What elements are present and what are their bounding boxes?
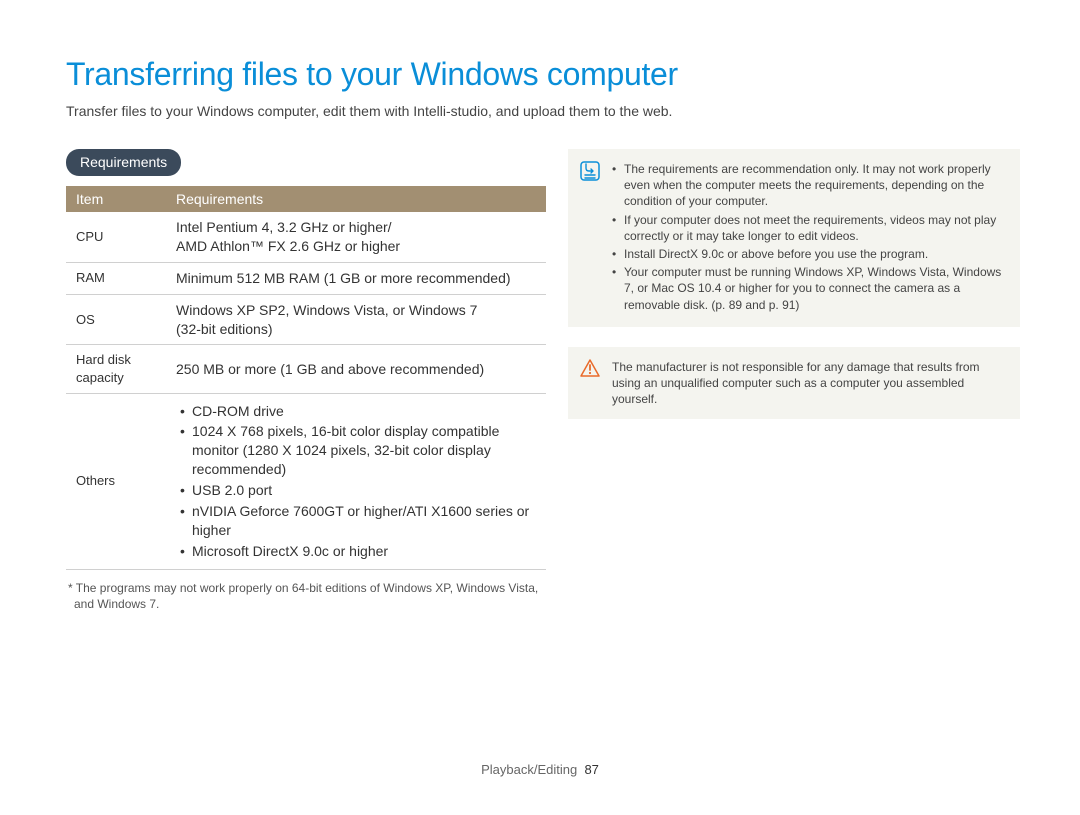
section-pill-requirements: Requirements bbox=[66, 149, 181, 176]
th-item: Item bbox=[66, 186, 166, 212]
table-row: RAMMinimum 512 MB RAM (1 GB or more reco… bbox=[66, 262, 546, 294]
intro-text: Transfer files to your Windows computer,… bbox=[66, 103, 1020, 119]
table-row: Hard disk capacity250 MB or more (1 GB a… bbox=[66, 345, 546, 393]
page-footer: Playback/Editing 87 bbox=[0, 762, 1080, 777]
left-column: Requirements Item Requirements CPUIntel … bbox=[66, 149, 546, 612]
note-item: Your computer must be running Windows XP… bbox=[612, 264, 1006, 313]
table-row: OthersCD-ROM drive1024 X 768 pixels, 16-… bbox=[66, 393, 546, 569]
cell-req: Minimum 512 MB RAM (1 GB or more recomme… bbox=[166, 262, 546, 294]
cell-item: OS bbox=[66, 294, 166, 345]
cell-item: CPU bbox=[66, 212, 166, 262]
note-icon bbox=[580, 161, 600, 181]
warning-icon bbox=[580, 359, 600, 377]
note-item: If your computer does not meet the requi… bbox=[612, 212, 1006, 244]
cell-req: Intel Pentium 4, 3.2 GHz or higher/ AMD … bbox=[166, 212, 546, 262]
list-item: nVIDIA Geforce 7600GT or higher/ATI X160… bbox=[178, 502, 536, 540]
asterisk-note: * The programs may not work properly on … bbox=[66, 580, 546, 612]
requirements-table: Item Requirements CPUIntel Pentium 4, 3.… bbox=[66, 186, 546, 570]
warning-box: The manufacturer is not responsible for … bbox=[568, 347, 1020, 420]
note-item: The requirements are recommendation only… bbox=[612, 161, 1006, 210]
cell-req: CD-ROM drive1024 X 768 pixels, 16-bit co… bbox=[166, 393, 546, 569]
page-title: Transferring files to your Windows compu… bbox=[66, 56, 1020, 93]
cell-item: RAM bbox=[66, 262, 166, 294]
note-item: Install DirectX 9.0c or above before you… bbox=[612, 246, 1006, 262]
cell-req: Windows XP SP2, Windows Vista, or Window… bbox=[166, 294, 546, 345]
list-item: USB 2.0 port bbox=[178, 481, 536, 500]
cell-item: Others bbox=[66, 393, 166, 569]
list-item: 1024 X 768 pixels, 16-bit color display … bbox=[178, 422, 536, 479]
cell-req: 250 MB or more (1 GB and above recommend… bbox=[166, 345, 546, 393]
table-row: CPUIntel Pentium 4, 3.2 GHz or higher/ A… bbox=[66, 212, 546, 262]
list-item: Microsoft DirectX 9.0c or higher bbox=[178, 542, 536, 561]
cell-item: Hard disk capacity bbox=[66, 345, 166, 393]
list-item: CD-ROM drive bbox=[178, 402, 536, 421]
table-row: OSWindows XP SP2, Windows Vista, or Wind… bbox=[66, 294, 546, 345]
th-req: Requirements bbox=[166, 186, 546, 212]
footer-page-number: 87 bbox=[584, 762, 598, 777]
footer-section: Playback/Editing bbox=[481, 762, 577, 777]
note-box: The requirements are recommendation only… bbox=[568, 149, 1020, 327]
right-column: The requirements are recommendation only… bbox=[568, 149, 1020, 612]
warning-text: The manufacturer is not responsible for … bbox=[612, 359, 1006, 408]
